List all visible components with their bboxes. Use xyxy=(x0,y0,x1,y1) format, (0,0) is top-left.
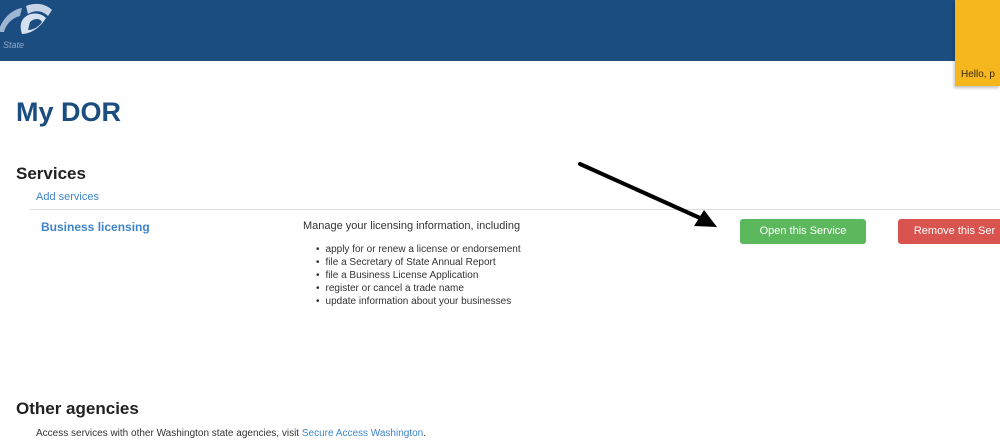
logo-subtext: State xyxy=(3,40,25,50)
agency-logo[interactable]: State xyxy=(0,0,110,61)
service-feature-item: file a Secretary of State Annual Report xyxy=(316,256,521,269)
page-title: My DOR xyxy=(16,97,122,127)
open-service-button[interactable]: Open this Service xyxy=(740,219,866,244)
service-feature-item: apply for or renew a license or endorsem… xyxy=(316,243,521,256)
agency-logo-icon xyxy=(0,3,52,34)
user-menu-tab[interactable]: Hello, p xyxy=(955,0,1000,86)
service-feature-list: apply for or renew a license or endorsem… xyxy=(316,243,521,308)
service-name-link[interactable]: Business licensing xyxy=(41,220,150,234)
user-greeting: Hello, p xyxy=(961,69,995,80)
arrow-pointer-icon xyxy=(578,162,717,227)
secure-access-washington-link[interactable]: Secure Access Washington xyxy=(302,428,423,439)
service-description: Manage your licensing information, inclu… xyxy=(303,220,521,232)
service-feature-item: file a Business License Application xyxy=(316,269,521,282)
add-services-link[interactable]: Add services xyxy=(36,191,99,203)
service-feature-item: update information about your businesses xyxy=(316,295,521,308)
services-heading: Services xyxy=(16,164,86,183)
services-divider xyxy=(30,209,1000,210)
other-agencies-heading: Other agencies xyxy=(16,399,139,418)
remove-service-button[interactable]: Remove this Ser xyxy=(898,219,1000,244)
service-feature-item: register or cancel a trade name xyxy=(316,282,521,295)
site-header-bar: State xyxy=(0,0,1000,61)
other-agencies-text: Access services with other Washington st… xyxy=(36,428,426,439)
other-agencies-intro: Access services with other Washington st… xyxy=(36,428,302,439)
other-agencies-period: . xyxy=(423,428,426,439)
